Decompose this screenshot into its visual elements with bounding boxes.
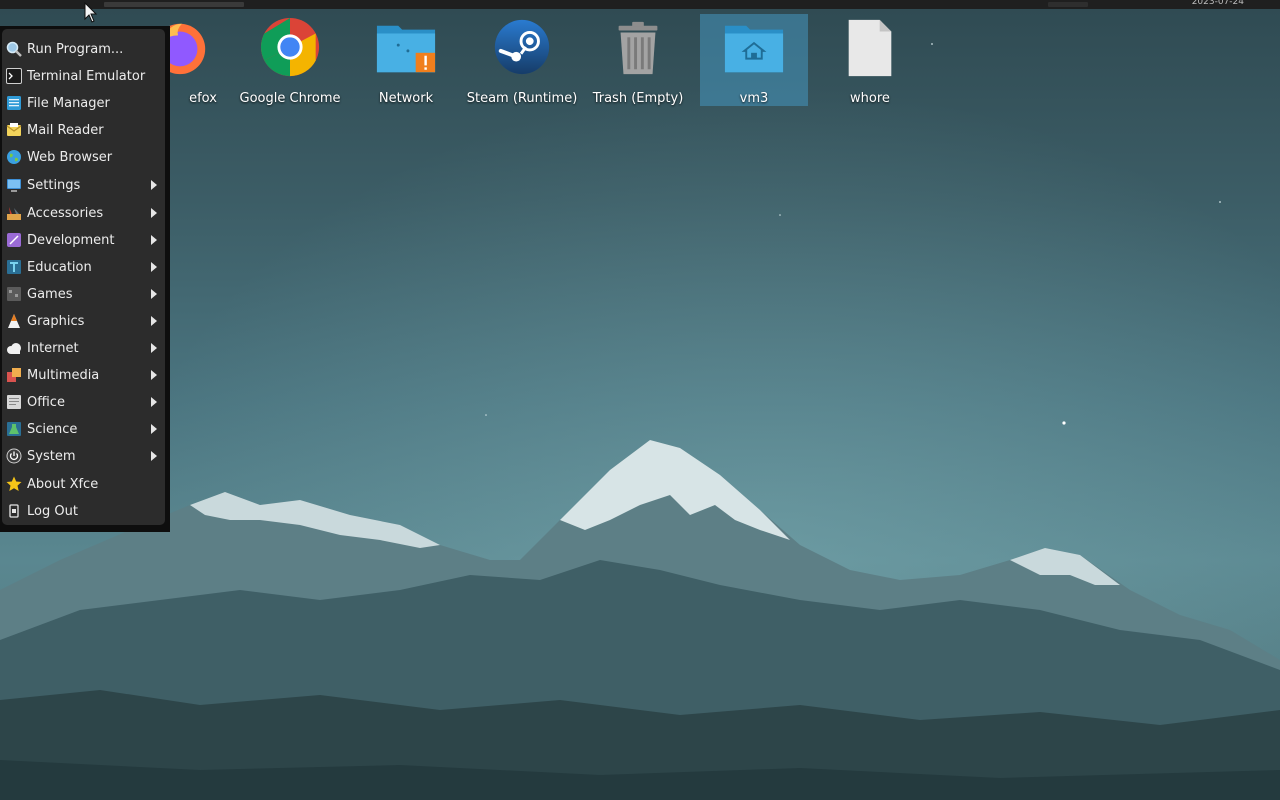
desktop-icon-label: Trash (Empty) (592, 91, 684, 106)
menu-item-label: Web Browser (27, 149, 113, 165)
menu-item-label: Internet (27, 340, 79, 356)
menu-item-label: Multimedia (27, 367, 100, 383)
menu-item-science[interactable]: Science (2, 417, 165, 441)
home-folder-icon (724, 25, 784, 73)
submenu-arrow-icon (151, 289, 157, 299)
multimedia-icon (7, 368, 21, 382)
top-panel: 2023-07-24 (0, 0, 1280, 9)
menu-item-multimedia[interactable]: Multimedia (2, 363, 165, 387)
settings-icon (7, 179, 21, 192)
menu-item-system[interactable]: System (2, 444, 165, 468)
file-manager-icon (7, 96, 21, 110)
graphics-icon (8, 314, 20, 328)
submenu-arrow-icon (151, 235, 157, 245)
panel-clock[interactable]: 2023-07-24 (1192, 0, 1244, 7)
desktop-icon-trash[interactable]: Trash (Empty) (584, 14, 692, 106)
globe-icon (7, 150, 21, 164)
menu-item-development[interactable]: Development (2, 228, 165, 252)
desktop-icon-label: whore (850, 91, 890, 106)
cloud-icon (7, 343, 21, 354)
menu-item-web-browser[interactable]: Web Browser (2, 145, 165, 169)
power-icon (6, 448, 22, 464)
menu-item-run-program[interactable]: Run Program... (2, 37, 165, 61)
submenu-arrow-icon (151, 451, 157, 461)
menu-item-label: Mail Reader (27, 122, 104, 138)
menu-item-education[interactable]: Education (2, 255, 165, 279)
menu-item-label: Science (27, 421, 78, 437)
games-icon (7, 287, 21, 301)
menu-item-games[interactable]: Games (2, 282, 165, 306)
menu-item-mail-reader[interactable]: Mail Reader (2, 118, 165, 142)
office-icon (7, 395, 21, 409)
panel-launcher[interactable] (104, 2, 244, 7)
run-icon (6, 41, 22, 57)
menu-item-label: File Manager (27, 95, 110, 111)
desktop-icon-steam[interactable]: Steam (Runtime) (466, 14, 578, 106)
star-icon (6, 476, 22, 491)
wallpaper-mountains (0, 43, 1280, 800)
network-folder-icon (376, 25, 436, 73)
submenu-arrow-icon (151, 316, 157, 326)
menu-item-internet[interactable]: Internet (2, 336, 165, 360)
submenu-arrow-icon (151, 343, 157, 353)
desktop[interactable]: 2023-07-24 efox Google Chrome Network St… (0, 0, 1280, 800)
desktop-icon-whore[interactable]: whore (816, 14, 924, 106)
desktop-icon-label: Google Chrome (239, 91, 341, 106)
file-icon (848, 19, 892, 77)
terminal-icon (6, 68, 22, 84)
menu-item-label: Accessories (27, 205, 104, 221)
menu-item-label: Office (27, 394, 65, 410)
logout-icon (9, 504, 19, 518)
desktop-icon-label: Steam (Runtime) (466, 91, 578, 106)
menu-item-label: Run Program... (27, 41, 124, 57)
menu-item-label: Graphics (27, 313, 85, 329)
menu-item-settings[interactable]: Settings (2, 173, 165, 197)
menu-item-log-out[interactable]: Log Out (2, 499, 165, 523)
desktop-icon-vm3[interactable]: vm3 (700, 14, 808, 106)
menu-item-label: Development (27, 232, 115, 248)
menu-item-about-xfce[interactable]: About Xfce (2, 472, 165, 496)
desktop-icon-network[interactable]: Network (352, 14, 460, 106)
steam-icon (494, 19, 550, 75)
science-icon (7, 422, 21, 436)
desktop-icon-label: Network (378, 91, 434, 106)
applications-menu-body: Run Program... Terminal Emulator File Ma… (2, 29, 165, 525)
menu-item-label: Games (27, 286, 73, 302)
submenu-arrow-icon (151, 370, 157, 380)
submenu-arrow-icon (151, 180, 157, 190)
menu-item-label: Log Out (27, 503, 78, 519)
submenu-arrow-icon (151, 208, 157, 218)
menu-item-label: System (27, 448, 76, 464)
menu-item-accessories[interactable]: Accessories (2, 201, 165, 225)
trash-icon (618, 21, 658, 75)
chrome-icon (260, 17, 320, 77)
desktop-icon-label: vm3 (739, 91, 769, 106)
development-icon (7, 233, 21, 247)
panel-tray[interactable] (1048, 2, 1088, 7)
menu-item-graphics[interactable]: Graphics (2, 309, 165, 333)
menu-item-terminal-emulator[interactable]: Terminal Emulator (2, 64, 165, 88)
menu-item-label: Terminal Emulator (27, 68, 146, 84)
desktop-icon-label: efox (189, 91, 217, 106)
mouse-cursor-icon (84, 2, 98, 23)
menu-item-office[interactable]: Office (2, 390, 165, 414)
menu-item-file-manager[interactable]: File Manager (2, 91, 165, 115)
submenu-arrow-icon (151, 397, 157, 407)
menu-item-label: Education (27, 259, 92, 275)
menu-item-label: Settings (27, 177, 81, 193)
submenu-arrow-icon (151, 262, 157, 272)
applications-menu: Run Program... Terminal Emulator File Ma… (0, 26, 170, 532)
menu-item-label: About Xfce (27, 476, 99, 492)
mail-icon (6, 123, 22, 136)
education-icon (7, 260, 21, 274)
submenu-arrow-icon (151, 424, 157, 434)
desktop-icon-google-chrome[interactable]: Google Chrome (236, 14, 344, 106)
accessories-icon (7, 207, 21, 220)
